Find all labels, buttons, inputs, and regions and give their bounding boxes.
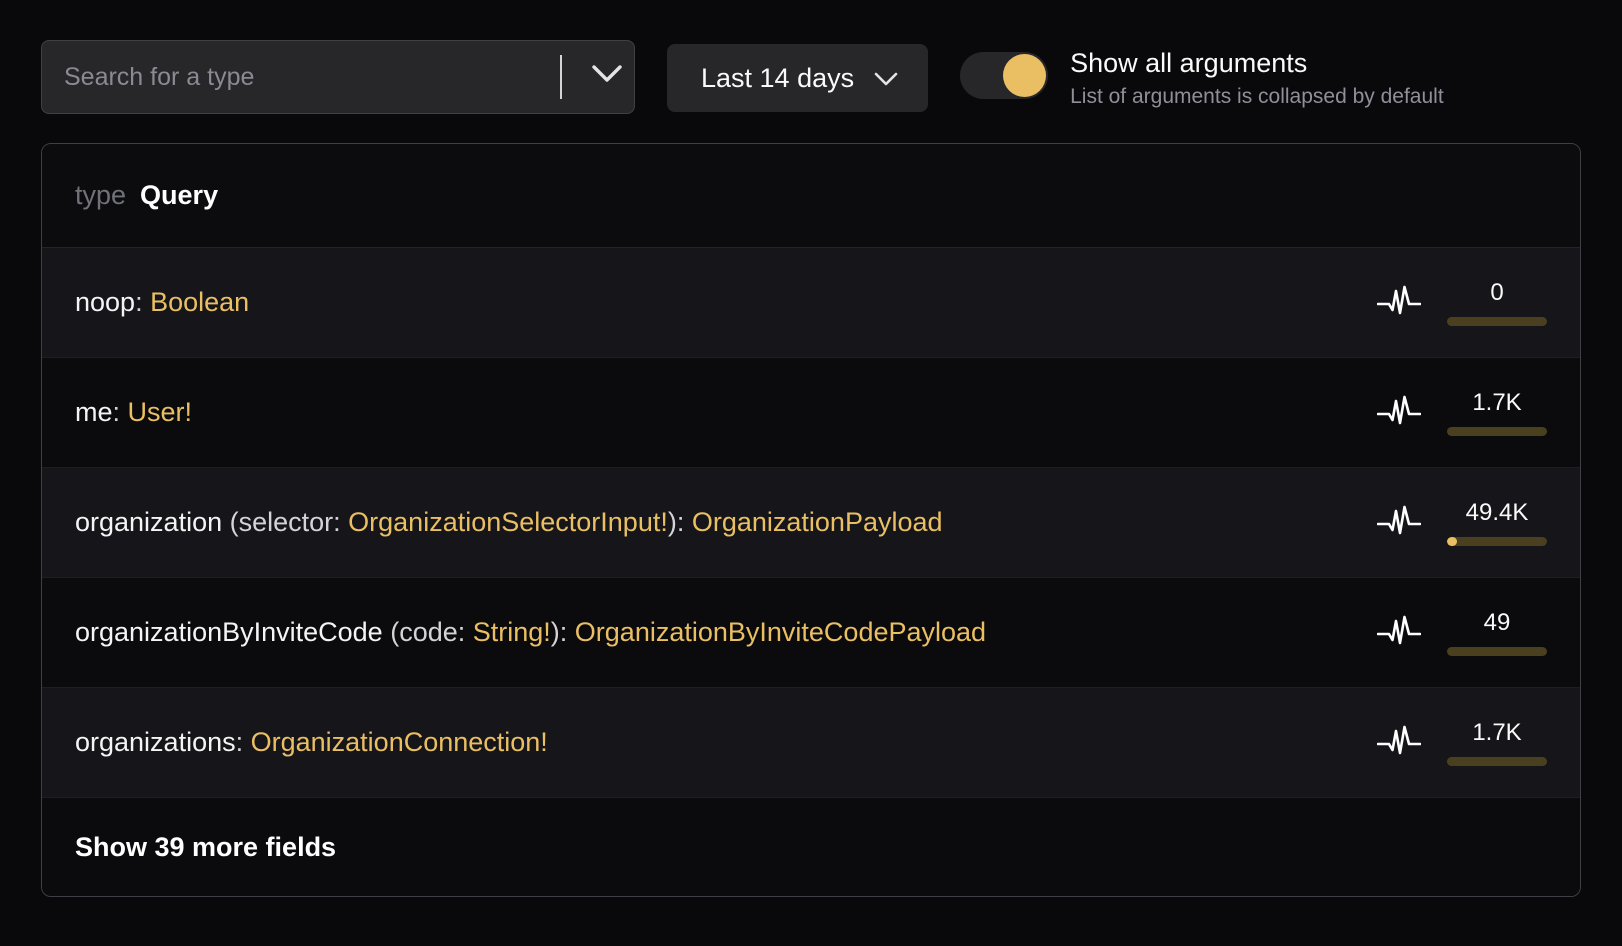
activity-pulse-icon[interactable]	[1377, 723, 1421, 762]
search-input[interactable]	[42, 63, 560, 92]
activity-pulse-icon[interactable]	[1377, 393, 1421, 432]
field-separator: :	[113, 397, 128, 427]
show-more-fields-button[interactable]: Show 39 more fields	[75, 832, 336, 863]
field-signature: noop: Boolean	[75, 287, 1377, 318]
type-name: Query	[140, 180, 218, 211]
field-separator: ):	[551, 617, 575, 647]
field-argument-name: (code:	[383, 617, 473, 647]
period-dropdown-button[interactable]: Last 14 days	[667, 44, 928, 112]
field-name: organization	[75, 507, 222, 537]
usage-meter-track	[1447, 537, 1547, 546]
type-search-box[interactable]	[41, 40, 635, 114]
field-separator: :	[135, 287, 150, 317]
table-row[interactable]: me: User! 1.7K	[42, 358, 1580, 468]
toggle-knob	[1003, 54, 1046, 97]
toolbar: Last 14 days Show all arguments List of …	[0, 0, 1622, 114]
usage-count: 1.7K	[1447, 719, 1547, 747]
usage-meter-track	[1447, 757, 1547, 766]
field-usage-metric: 1.7K	[1377, 389, 1547, 436]
field-argument-type: OrganizationSelectorInput!	[348, 507, 668, 537]
field-separator: :	[236, 727, 251, 757]
activity-pulse-icon[interactable]	[1377, 283, 1421, 322]
period-label: Last 14 days	[701, 63, 854, 94]
usage-meter: 49	[1447, 609, 1547, 656]
table-row[interactable]: noop: Boolean 0	[42, 248, 1580, 358]
field-signature: organizationByInviteCode (code: String!)…	[75, 617, 1377, 648]
usage-count: 0	[1447, 279, 1547, 307]
field-usage-metric: 1.7K	[1377, 719, 1547, 766]
field-usage-metric: 49	[1377, 609, 1547, 656]
usage-count: 49.4K	[1447, 499, 1547, 527]
show-all-arguments-toggle[interactable]	[960, 52, 1048, 99]
activity-pulse-icon[interactable]	[1377, 503, 1421, 542]
toggle-title: Show all arguments	[1070, 46, 1444, 80]
type-fields-card: type Query noop: Boolean0me: User!1.7Kor…	[41, 143, 1581, 897]
usage-count: 1.7K	[1447, 389, 1547, 417]
field-return-type: Boolean	[150, 287, 249, 317]
activity-pulse-icon[interactable]	[1377, 613, 1421, 652]
usage-meter: 1.7K	[1447, 389, 1547, 436]
usage-count: 49	[1447, 609, 1547, 637]
table-row[interactable]: organizationByInviteCode (code: String!)…	[42, 578, 1580, 688]
field-argument-type: String!	[473, 617, 551, 647]
toggle-labels: Show all arguments List of arguments is …	[1070, 46, 1444, 112]
usage-meter-track	[1447, 647, 1547, 656]
field-signature: organization (selector: OrganizationSele…	[75, 507, 1377, 538]
field-return-type: OrganizationConnection!	[251, 727, 548, 757]
usage-meter-fill	[1447, 537, 1457, 546]
field-rows: noop: Boolean 0 me: User! 1.7K organization …	[42, 248, 1580, 798]
chevron-down-icon	[874, 63, 898, 94]
show-all-arguments-control[interactable]: Show all arguments List of arguments is …	[960, 46, 1444, 112]
field-return-type: OrganizationByInviteCodePayload	[575, 617, 986, 647]
field-usage-metric: 0	[1377, 279, 1547, 326]
chevron-down-icon	[592, 65, 622, 89]
show-more-row[interactable]: Show 39 more fields	[42, 798, 1580, 896]
field-signature: organizations: OrganizationConnection!	[75, 727, 1377, 758]
table-row[interactable]: organization (selector: OrganizationSele…	[42, 468, 1580, 578]
field-return-type: User!	[128, 397, 193, 427]
field-name: organizationByInviteCode	[75, 617, 383, 647]
table-row[interactable]: organizations: OrganizationConnection! 1.…	[42, 688, 1580, 798]
type-keyword: type	[75, 180, 126, 211]
field-name: me	[75, 397, 113, 427]
usage-meter: 49.4K	[1447, 499, 1547, 546]
usage-meter-track	[1447, 427, 1547, 436]
search-dropdown-toggle[interactable]	[580, 65, 634, 89]
usage-meter-track	[1447, 317, 1547, 326]
field-name: noop	[75, 287, 135, 317]
field-argument-name: (selector:	[222, 507, 348, 537]
usage-meter: 1.7K	[1447, 719, 1547, 766]
search-divider	[560, 55, 562, 99]
field-name: organizations	[75, 727, 236, 757]
field-usage-metric: 49.4K	[1377, 499, 1547, 546]
field-separator: ):	[668, 507, 692, 537]
field-return-type: OrganizationPayload	[692, 507, 943, 537]
toggle-subtitle: List of arguments is collapsed by defaul…	[1070, 82, 1444, 112]
usage-meter: 0	[1447, 279, 1547, 326]
field-signature: me: User!	[75, 397, 1377, 428]
type-header: type Query	[42, 144, 1580, 248]
